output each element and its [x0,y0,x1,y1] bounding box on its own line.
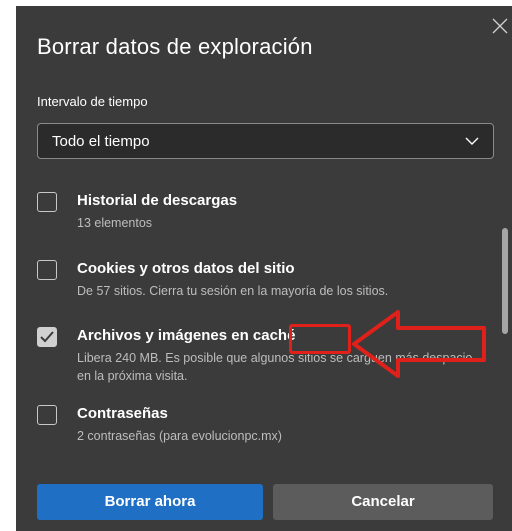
time-range-select[interactable]: Todo el tiempo [37,123,494,159]
chevron-down-icon [465,137,479,145]
close-icon[interactable] [492,18,508,34]
time-range-label: Intervalo de tiempo [37,94,148,109]
page: Borrar datos de exploración Intervalo de… [0,0,512,531]
clear-browsing-data-dialog: Borrar datos de exploración Intervalo de… [16,6,512,531]
cancel-button[interactable]: Cancelar [273,484,493,520]
item-description: De 57 sitios. Cierra tu sesión en la may… [77,284,389,298]
download-history-checkbox[interactable] [37,192,57,212]
item-description: 13 elementos [77,216,153,230]
dialog-title: Borrar datos de exploración [37,34,313,59]
clear-now-button[interactable]: Borrar ahora [37,484,263,520]
cached-files-checkbox[interactable] [37,327,57,347]
cookies-checkbox[interactable] [37,260,57,280]
time-range-value: Todo el tiempo [52,133,150,150]
item-title: Historial de descargas [77,192,238,209]
annotation-highlight-box [289,324,351,354]
dialog-footer: Borrar ahora Cancelar [16,468,512,531]
item-title: Contraseñas [77,405,168,422]
passwords-checkbox[interactable] [37,405,57,425]
item-title: Archivos y imágenes en caché [77,327,296,344]
scrollbar-thumb[interactable] [502,228,508,334]
annotation-arrow-icon [352,310,486,378]
checkmark-icon [40,331,54,343]
item-description: 2 contraseñas (para evolucionpc.mx) [77,429,282,443]
item-title: Cookies y otros datos del sitio [77,260,295,277]
